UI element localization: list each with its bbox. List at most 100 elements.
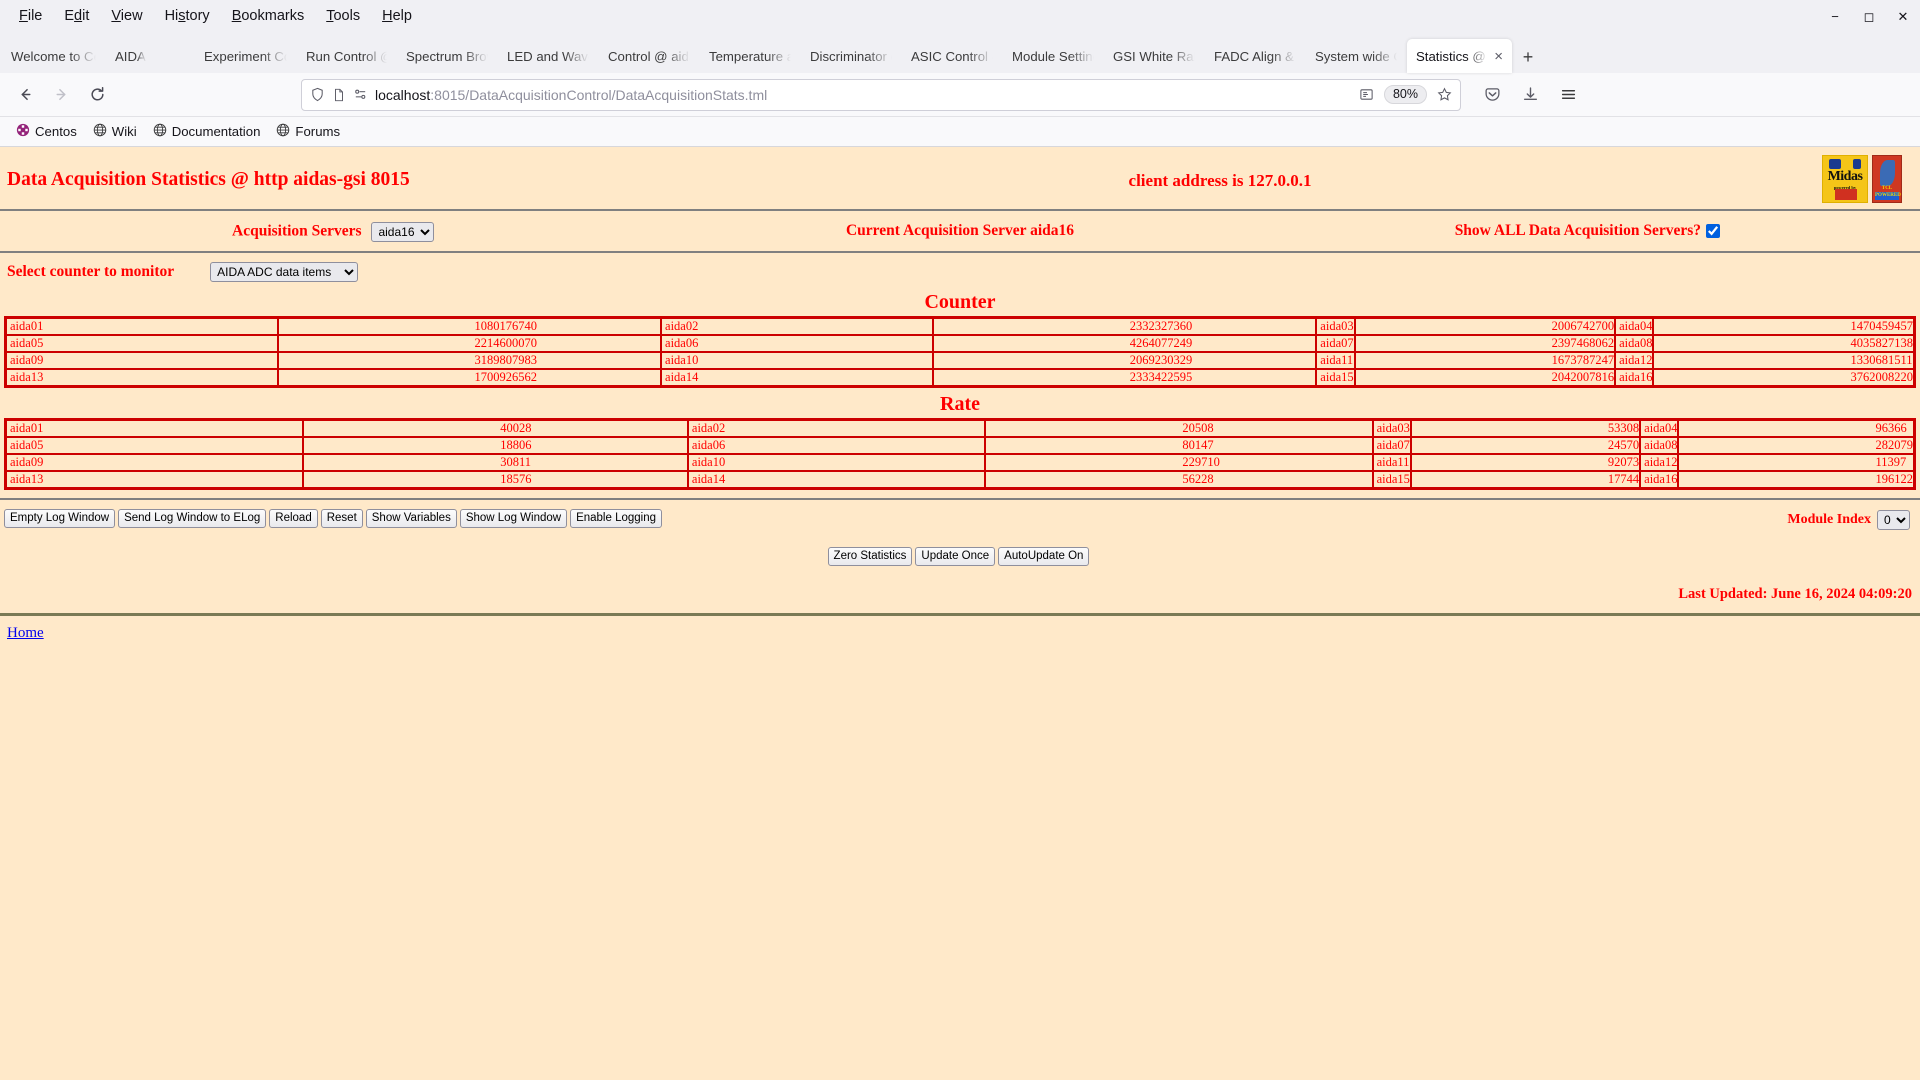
tab-label: Welcome to Cen [11, 48, 96, 64]
minimize-icon[interactable]: − [1818, 0, 1852, 33]
server-value-cell: 2397468062 [1354, 334, 1617, 353]
server-value-cell: 96366 [1678, 418, 1916, 438]
show-all-servers-checkbox[interactable] [1706, 224, 1720, 238]
button-enable-logging[interactable]: Enable Logging [570, 509, 663, 528]
server-name-cell: aida09 [4, 453, 305, 472]
maximize-icon[interactable]: ◻ [1852, 0, 1886, 33]
tab-close-icon[interactable]: × [1494, 49, 1503, 64]
url-bar[interactable]: localhost:8015/DataAcquisitionControl/Da… [301, 78, 1461, 111]
menu-history[interactable]: History [154, 6, 221, 27]
browser-tab[interactable]: Spectrum Brows [397, 39, 497, 73]
new-tab-button[interactable]: + [1513, 41, 1543, 73]
bookmark-item[interactable]: Documentation [147, 120, 267, 143]
server-name-cell: aida02 [686, 418, 987, 438]
home-link[interactable]: Home [7, 625, 44, 641]
counter-select-row: Select counter to monitor AIDA ADC data … [0, 253, 1920, 286]
browser-tab[interactable]: Control @ aidas [599, 39, 699, 73]
close-icon[interactable]: ✕ [1886, 0, 1920, 33]
page-icon[interactable] [332, 88, 346, 102]
app-menu-icon[interactable] [1551, 79, 1585, 111]
back-button[interactable] [8, 79, 42, 111]
counter-table-title: Counter [924, 291, 996, 313]
server-name-cell: aida03 [1315, 316, 1356, 336]
button-zero-statistics[interactable]: Zero Statistics [827, 547, 913, 566]
tab-strip: Welcome to Cen AIDA Experiment Con Run Cont… [0, 33, 1920, 73]
globe-icon [276, 123, 290, 140]
menu-bookmarks[interactable]: Bookmarks [221, 6, 316, 27]
tab-label: AIDA [115, 48, 146, 64]
permissions-icon[interactable] [353, 87, 368, 102]
server-row: Acquisition Servers aida16 Current Acqui… [0, 211, 1920, 251]
client-address: client address is 127.0.0.1 [1128, 171, 1312, 190]
server-value-cell: 3189807983 [277, 351, 663, 370]
logo-group: Midas powered by TCL POWERED [1822, 155, 1902, 203]
forward-button[interactable] [44, 79, 78, 111]
tab-label: Control @ aidas [608, 48, 690, 64]
server-name-cell: aida07 [1315, 334, 1356, 353]
menu-tools[interactable]: Tools [315, 6, 371, 27]
reader-mode-icon[interactable] [1359, 87, 1374, 102]
browser-tab[interactable]: LED and Wavefo [498, 39, 598, 73]
server-value-cell: 2042007816 [1354, 368, 1617, 388]
server-value-cell: 2006742700 [1354, 316, 1617, 336]
server-value-cell: 18806 [303, 436, 689, 455]
button-show-variables[interactable]: Show Variables [365, 509, 457, 528]
zoom-level-badge[interactable]: 80% [1383, 85, 1427, 104]
browser-tab[interactable]: GSI White Rabbi [1104, 39, 1204, 73]
bookmark-item[interactable]: Forums [270, 120, 346, 143]
bookmark-item[interactable]: Wiki [87, 120, 143, 143]
menu-bar: File Edit View History Bookmarks Tools H… [0, 0, 1920, 33]
server-name-cell: aida16 [1614, 368, 1655, 388]
browser-tab[interactable]: System wide Ch [1306, 39, 1406, 73]
counter-select[interactable]: AIDA ADC data items [210, 262, 359, 282]
log-button-row: Empty Log Window Send Log Window to ELog R… [0, 500, 1920, 534]
button-reset[interactable]: Reset [320, 509, 363, 528]
server-name-cell: aida10 [686, 453, 987, 472]
button-show-log-window[interactable]: Show Log Window [459, 509, 568, 528]
bookmark-label: Forums [295, 124, 341, 139]
bookmark-item[interactable]: Centos [10, 120, 83, 143]
server-name-cell: aida16 [1639, 470, 1680, 490]
globe-icon [93, 123, 107, 140]
button-empty-log-window[interactable]: Empty Log Window [4, 509, 116, 528]
shield-icon[interactable] [310, 87, 325, 102]
browser-tab[interactable]: ASIC Control @ [902, 39, 1002, 73]
button-update-once[interactable]: Update Once [915, 547, 996, 566]
pocket-icon[interactable] [1475, 79, 1509, 111]
browser-tab[interactable]: Run Control @ a [297, 39, 396, 73]
browser-tab[interactable]: Temperature an [700, 39, 800, 73]
server-name-cell: aida10 [660, 351, 934, 370]
rate-table: aida01 40028 aida02 20508 aida03 53308 aida04 9… [4, 418, 1916, 490]
reload-button[interactable] [80, 79, 114, 111]
browser-tab[interactable]: Discriminator co [801, 39, 901, 73]
browser-tab[interactable]: AIDA [106, 39, 194, 73]
server-name-cell: aida04 [1614, 316, 1655, 336]
server-value-cell: 1673787247 [1354, 351, 1617, 370]
centos-icon [16, 123, 30, 140]
button-send-log-window-to-elog[interactable]: Send Log Window to ELog [118, 509, 267, 528]
server-name-cell: aida14 [660, 368, 934, 388]
browser-tab[interactable]: Welcome to Cen [2, 39, 105, 73]
url-text[interactable]: localhost:8015/DataAcquisitionControl/Da… [375, 87, 1352, 103]
menu-file[interactable]: File [8, 6, 53, 27]
menu-view[interactable]: View [100, 6, 153, 27]
downloads-icon[interactable] [1513, 79, 1547, 111]
browser-tab[interactable]: Module Settings [1003, 39, 1103, 73]
home-link-row: Home [0, 616, 1920, 642]
show-all-servers-group: Show ALL Data Acquisition Servers? [1455, 222, 1720, 240]
browser-tab[interactable]: FADC Align & C [1205, 39, 1305, 73]
module-index-label: Module Index [1787, 512, 1871, 527]
bookmark-star-icon[interactable] [1437, 87, 1452, 102]
menu-edit[interactable]: Edit [53, 6, 100, 27]
browser-tab[interactable]: Experiment Con [195, 39, 296, 73]
module-index-select[interactable]: 0 [1877, 510, 1910, 530]
browser-window: File Edit View History Bookmarks Tools H… [0, 0, 1920, 1080]
browser-tab[interactable]: Statistics @ a × [1407, 39, 1512, 73]
server-name-cell: aida12 [1614, 351, 1655, 370]
button-reload[interactable]: Reload [269, 509, 318, 528]
server-value-cell: 40028 [303, 418, 689, 438]
menu-help[interactable]: Help [371, 6, 423, 27]
server-value-cell: 3762008220 [1653, 368, 1916, 388]
button-autoupdate-on[interactable]: AutoUpdate On [998, 547, 1090, 566]
tab-label: Spectrum Brows [406, 48, 488, 64]
